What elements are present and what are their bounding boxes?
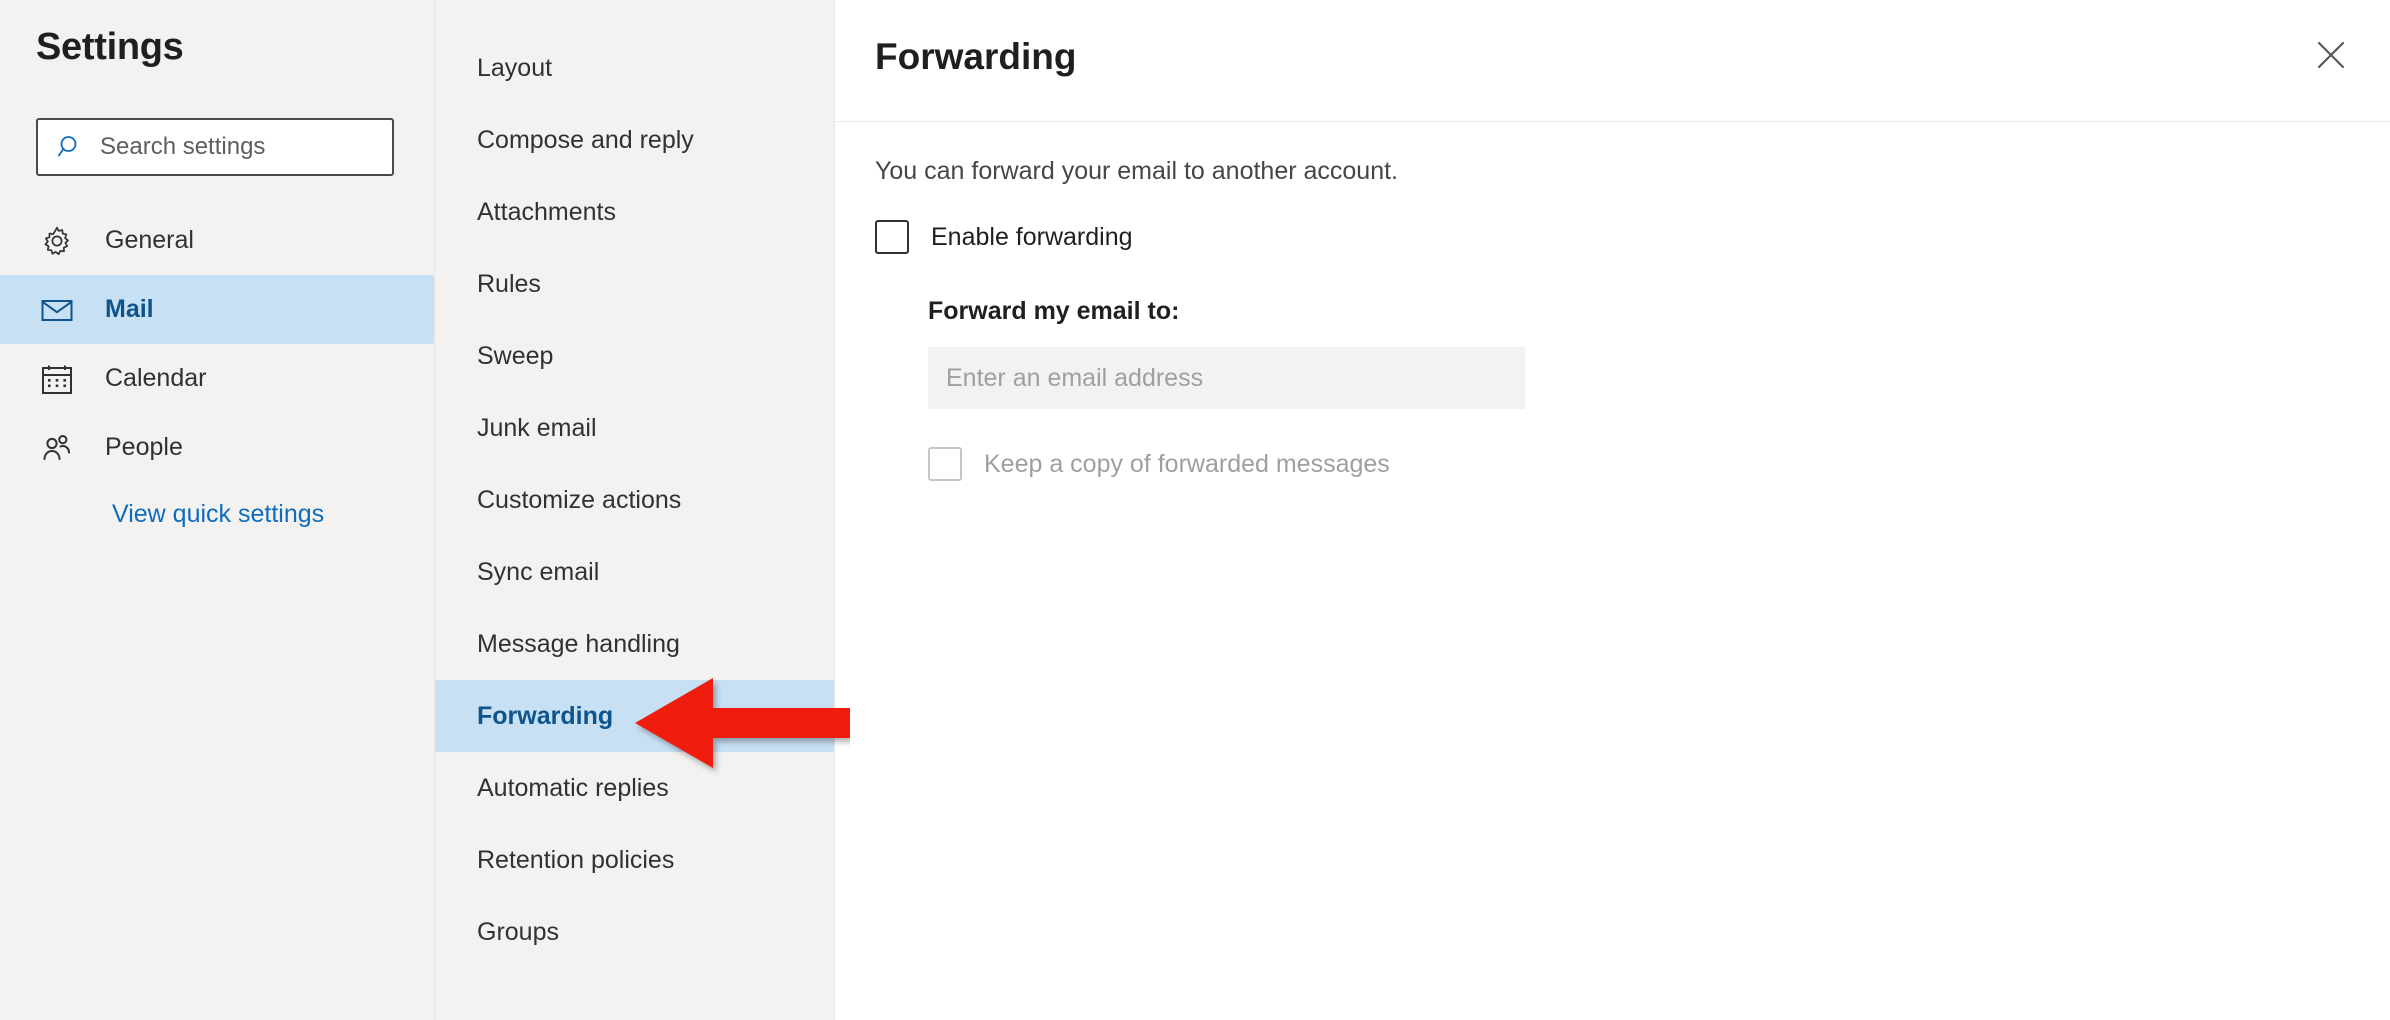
- gear-icon: [40, 224, 74, 258]
- nav-item-compose-and-reply[interactable]: Compose and reply: [435, 104, 835, 176]
- nav-item-automatic-replies[interactable]: Automatic replies: [435, 752, 835, 824]
- sidebar-item-people[interactable]: People: [0, 413, 435, 482]
- nav-item-customize-actions[interactable]: Customize actions: [435, 464, 835, 536]
- sidebar-item-calendar[interactable]: Calendar: [0, 344, 435, 413]
- nav-item-forwarding[interactable]: Forwarding: [435, 680, 835, 752]
- nav-item-groups[interactable]: Groups: [435, 896, 835, 968]
- mail-settings-nav-column: Layout Compose and reply Attachments Rul…: [435, 0, 835, 1020]
- close-icon: [2316, 40, 2346, 70]
- keep-copy-checkbox[interactable]: [928, 447, 962, 481]
- sidebar-item-label: Mail: [105, 295, 154, 323]
- settings-sidebar: Settings General: [0, 0, 435, 1020]
- search-input[interactable]: [100, 133, 360, 161]
- nav-item-label: Groups: [477, 917, 559, 946]
- envelope-icon: [40, 293, 74, 327]
- sidebar-item-label: Calendar: [105, 364, 207, 392]
- keep-copy-row[interactable]: Keep a copy of forwarded messages: [928, 447, 1390, 481]
- page-title: Settings: [36, 26, 184, 68]
- nav-item-layout[interactable]: Layout: [435, 32, 835, 104]
- keep-copy-label: Keep a copy of forwarded messages: [984, 449, 1390, 478]
- nav-item-label: Sweep: [477, 341, 554, 370]
- nav-item-attachments[interactable]: Attachments: [435, 176, 835, 248]
- forwarding-settings-panel: Forwarding You can forward your email to…: [835, 0, 2390, 1020]
- people-icon: [40, 431, 74, 465]
- nav-item-label: Forwarding: [477, 701, 614, 730]
- close-button[interactable]: [2299, 23, 2363, 87]
- nav-item-retention-policies[interactable]: Retention policies: [435, 824, 835, 896]
- forward-to-label: Forward my email to:: [928, 297, 1180, 325]
- nav-item-junk-email[interactable]: Junk email: [435, 392, 835, 464]
- forward-to-input[interactable]: [928, 347, 1525, 409]
- nav-item-label: Compose and reply: [477, 125, 694, 154]
- nav-item-rules[interactable]: Rules: [435, 248, 835, 320]
- nav-item-message-handling[interactable]: Message handling: [435, 608, 835, 680]
- nav-item-label: Rules: [477, 269, 541, 298]
- forwarding-description: You can forward your email to another ac…: [875, 157, 1398, 185]
- calendar-icon: [40, 362, 74, 396]
- enable-forwarding-checkbox[interactable]: [875, 220, 909, 254]
- sidebar-item-label: People: [105, 433, 183, 461]
- search-icon: [58, 134, 84, 160]
- nav-item-label: Layout: [477, 53, 553, 82]
- sidebar-item-general[interactable]: General: [0, 206, 435, 275]
- nav-item-label: Automatic replies: [477, 773, 669, 802]
- nav-item-label: Junk email: [477, 413, 597, 442]
- nav-item-label: Sync email: [477, 557, 600, 586]
- view-quick-settings-link[interactable]: View quick settings: [112, 500, 324, 529]
- nav-item-label: Attachments: [477, 197, 616, 226]
- nav-item-sync-email[interactable]: Sync email: [435, 536, 835, 608]
- mail-settings-nav-list: Layout Compose and reply Attachments Rul…: [435, 32, 835, 968]
- panel-title: Forwarding: [875, 36, 1077, 77]
- settings-dialog: Settings General: [0, 0, 2390, 1020]
- enable-forwarding-label: Enable forwarding: [931, 222, 1133, 251]
- search-settings-box[interactable]: [36, 118, 394, 176]
- nav-item-label: Customize actions: [477, 485, 682, 514]
- nav-item-label: Message handling: [477, 629, 680, 658]
- nav-item-label: Retention policies: [477, 845, 675, 874]
- sidebar-item-label: General: [105, 226, 194, 254]
- panel-header: Forwarding: [835, 0, 2390, 122]
- enable-forwarding-row[interactable]: Enable forwarding: [875, 220, 1133, 254]
- sidebar-item-mail[interactable]: Mail: [0, 275, 435, 344]
- sidebar-nav-list: General Mail Calendar People: [0, 206, 435, 482]
- nav-item-sweep[interactable]: Sweep: [435, 320, 835, 392]
